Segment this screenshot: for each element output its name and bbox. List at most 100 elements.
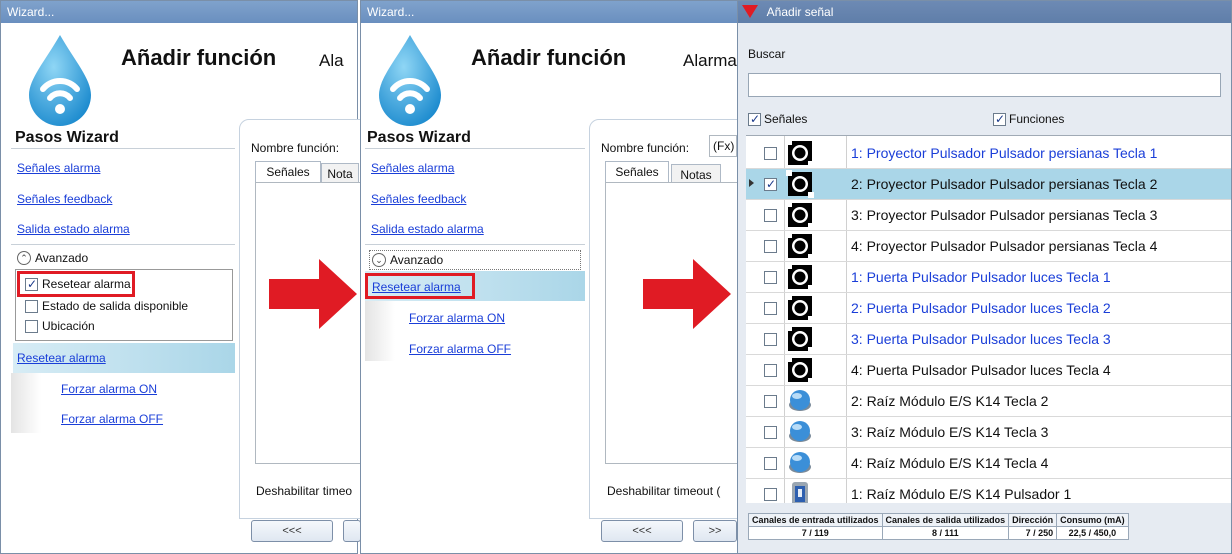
signal-checkbox[interactable] bbox=[764, 333, 777, 346]
wizard-title: Añadir función bbox=[121, 45, 277, 70]
water-drop-wifi-icon bbox=[29, 35, 91, 126]
chevron-down-icon: ⌄ bbox=[372, 253, 386, 267]
red-arrow-icon bbox=[643, 259, 731, 329]
search-input[interactable] bbox=[748, 73, 1221, 97]
signal-label: 3: Proyector Pulsador Pulsador persianas… bbox=[851, 207, 1158, 223]
advanced-label: Avanzado bbox=[390, 253, 444, 267]
signal-label: 1: Raíz Módulo E/S K14 Pulsador 1 bbox=[851, 486, 1072, 502]
signal-checkbox[interactable] bbox=[764, 488, 777, 501]
signal-label: 3: Raíz Módulo E/S K14 Tecla 3 bbox=[851, 424, 1049, 440]
tab-senales[interactable]: Señales bbox=[605, 161, 669, 183]
advanced-toggle[interactable]: ⌄ Avanzado bbox=[369, 250, 581, 270]
next-button[interactable] bbox=[343, 520, 361, 542]
signal-checkbox[interactable] bbox=[764, 147, 777, 160]
step-forzar-alarma-on[interactable]: Forzar alarma ON bbox=[61, 382, 157, 396]
step-salida-estado-alarma[interactable]: Salida estado alarma bbox=[371, 222, 484, 236]
signal-row[interactable]: 2: Puerta Pulsador Pulsador luces Tecla … bbox=[746, 293, 1231, 324]
module-icon bbox=[792, 482, 808, 503]
signal-checkbox[interactable] bbox=[764, 240, 777, 253]
timeout-label: Deshabilitar timeout ( bbox=[607, 484, 721, 498]
back-button[interactable]: <<< bbox=[251, 520, 333, 542]
tab-senales[interactable]: Señales bbox=[255, 161, 321, 183]
add-signal-window: Añadir señal Buscar Señales Funciones 1:… bbox=[737, 0, 1232, 554]
status-value: 7 / 119 bbox=[748, 526, 883, 540]
signal-row[interactable]: 1: Puerta Pulsador Pulsador luces Tecla … bbox=[746, 262, 1231, 293]
advanced-toggle[interactable]: ⌃ Avanzado bbox=[17, 251, 88, 265]
advanced-label: Avanzado bbox=[35, 251, 89, 265]
checkbox-estado-salida[interactable] bbox=[25, 299, 38, 313]
highlight-box bbox=[365, 273, 475, 299]
window-titlebar: Wizard... bbox=[1, 1, 357, 23]
signal-label: 1: Proyector Pulsador Pulsador persianas… bbox=[851, 145, 1158, 161]
signal-row[interactable]: 3: Puerta Pulsador Pulsador luces Tecla … bbox=[746, 324, 1231, 355]
checkbox-filter-signals[interactable] bbox=[748, 112, 761, 126]
status-value: 7 / 250 bbox=[1008, 526, 1058, 540]
option-estado-salida[interactable]: Estado de salida disponible bbox=[25, 299, 188, 313]
wizard-window-1: Wizard... Añadir función Ala Pasos Wizar… bbox=[0, 0, 361, 554]
steps-divider bbox=[11, 148, 235, 149]
status-header: Dirección bbox=[1008, 513, 1058, 527]
step-senales-alarma[interactable]: Señales alarma bbox=[371, 161, 454, 175]
signal-checkbox[interactable] bbox=[764, 177, 777, 191]
checkbox-filter-functions[interactable] bbox=[993, 112, 1006, 126]
step-forzar-alarma-off[interactable]: Forzar alarma OFF bbox=[409, 342, 511, 356]
option-label: Ubicación bbox=[42, 319, 95, 333]
signal-checkbox[interactable] bbox=[764, 426, 777, 439]
step-resetear-alarma[interactable]: Resetear alarma bbox=[17, 351, 106, 365]
option-ubicacion[interactable]: Ubicación bbox=[25, 319, 95, 333]
function-name-value[interactable]: (Fx) bbox=[709, 135, 737, 157]
status-header: Canales de salida utilizados bbox=[881, 513, 1010, 527]
signal-row[interactable]: 4: Puerta Pulsador Pulsador luces Tecla … bbox=[746, 355, 1231, 386]
wizard-title: Añadir función bbox=[471, 45, 627, 70]
next-button[interactable]: >> bbox=[693, 520, 737, 542]
checkbox-ubicacion[interactable] bbox=[25, 319, 38, 333]
filter-signals[interactable]: Señales bbox=[748, 112, 807, 126]
row-pointer-icon bbox=[749, 179, 754, 187]
signal-checkbox[interactable] bbox=[764, 209, 777, 222]
signal-row[interactable]: 1: Raíz Módulo E/S K14 Pulsador 1 bbox=[746, 479, 1231, 503]
step-forzar-alarma-off[interactable]: Forzar alarma OFF bbox=[61, 412, 163, 426]
timeout-label: Deshabilitar timeo bbox=[256, 484, 353, 498]
signal-checkbox[interactable] bbox=[764, 457, 777, 470]
signal-label: 2: Proyector Pulsador Pulsador persianas… bbox=[851, 176, 1158, 192]
app-logo-icon bbox=[742, 5, 758, 18]
steps-divider bbox=[365, 244, 585, 245]
function-name-label: Nombre función: bbox=[601, 141, 690, 155]
signal-checkbox[interactable] bbox=[764, 364, 777, 377]
back-button[interactable]: <<< bbox=[601, 520, 683, 542]
wizard-subtitle: Ala bbox=[319, 51, 344, 70]
pushbutton-icon bbox=[786, 139, 814, 167]
blue-button-icon bbox=[789, 390, 811, 411]
pushbutton-icon bbox=[786, 294, 814, 322]
window-titlebar: Wizard... bbox=[361, 1, 737, 23]
step-senales-feedback[interactable]: Señales feedback bbox=[371, 192, 466, 206]
signal-row[interactable]: 2: Proyector Pulsador Pulsador persianas… bbox=[746, 169, 1231, 200]
window-title: Añadir señal bbox=[766, 5, 834, 19]
signal-row[interactable]: 1: Proyector Pulsador Pulsador persianas… bbox=[746, 138, 1231, 169]
signal-checkbox[interactable] bbox=[764, 271, 777, 284]
pushbutton-icon bbox=[786, 201, 814, 229]
step-salida-estado-alarma[interactable]: Salida estado alarma bbox=[17, 222, 130, 236]
signal-checkbox[interactable] bbox=[764, 395, 777, 408]
pushbutton-icon bbox=[786, 263, 814, 291]
signal-checkbox[interactable] bbox=[764, 302, 777, 315]
signal-row[interactable]: 3: Raíz Módulo E/S K14 Tecla 3 bbox=[746, 417, 1231, 448]
wizard-window-2: Wizard... Añadir función Alarma Pasos Wi… bbox=[360, 0, 739, 554]
step-senales-alarma[interactable]: Señales alarma bbox=[17, 161, 100, 175]
steps-divider bbox=[365, 148, 585, 149]
signal-label: 3: Puerta Pulsador Pulsador luces Tecla … bbox=[851, 331, 1111, 347]
signal-row[interactable]: 3: Proyector Pulsador Pulsador persianas… bbox=[746, 200, 1231, 231]
signal-row[interactable]: 2: Raíz Módulo E/S K14 Tecla 2 bbox=[746, 386, 1231, 417]
signal-row[interactable]: 4: Proyector Pulsador Pulsador persianas… bbox=[746, 231, 1231, 262]
blue-button-icon bbox=[789, 452, 811, 473]
signal-row[interactable]: 4: Raíz Módulo E/S K14 Tecla 4 bbox=[746, 448, 1231, 479]
status-value: 22,5 / 450,0 bbox=[1056, 526, 1129, 540]
window-titlebar: Añadir señal bbox=[738, 1, 1231, 23]
filter-functions[interactable]: Funciones bbox=[993, 112, 1064, 126]
step-forzar-alarma-on[interactable]: Forzar alarma ON bbox=[409, 311, 505, 325]
status-header: Canales de entrada utilizados bbox=[748, 513, 883, 527]
pushbutton-icon bbox=[786, 325, 814, 353]
filter-label: Señales bbox=[764, 112, 808, 126]
signal-label: 1: Puerta Pulsador Pulsador luces Tecla … bbox=[851, 269, 1111, 285]
step-senales-feedback[interactable]: Señales feedback bbox=[17, 192, 112, 206]
